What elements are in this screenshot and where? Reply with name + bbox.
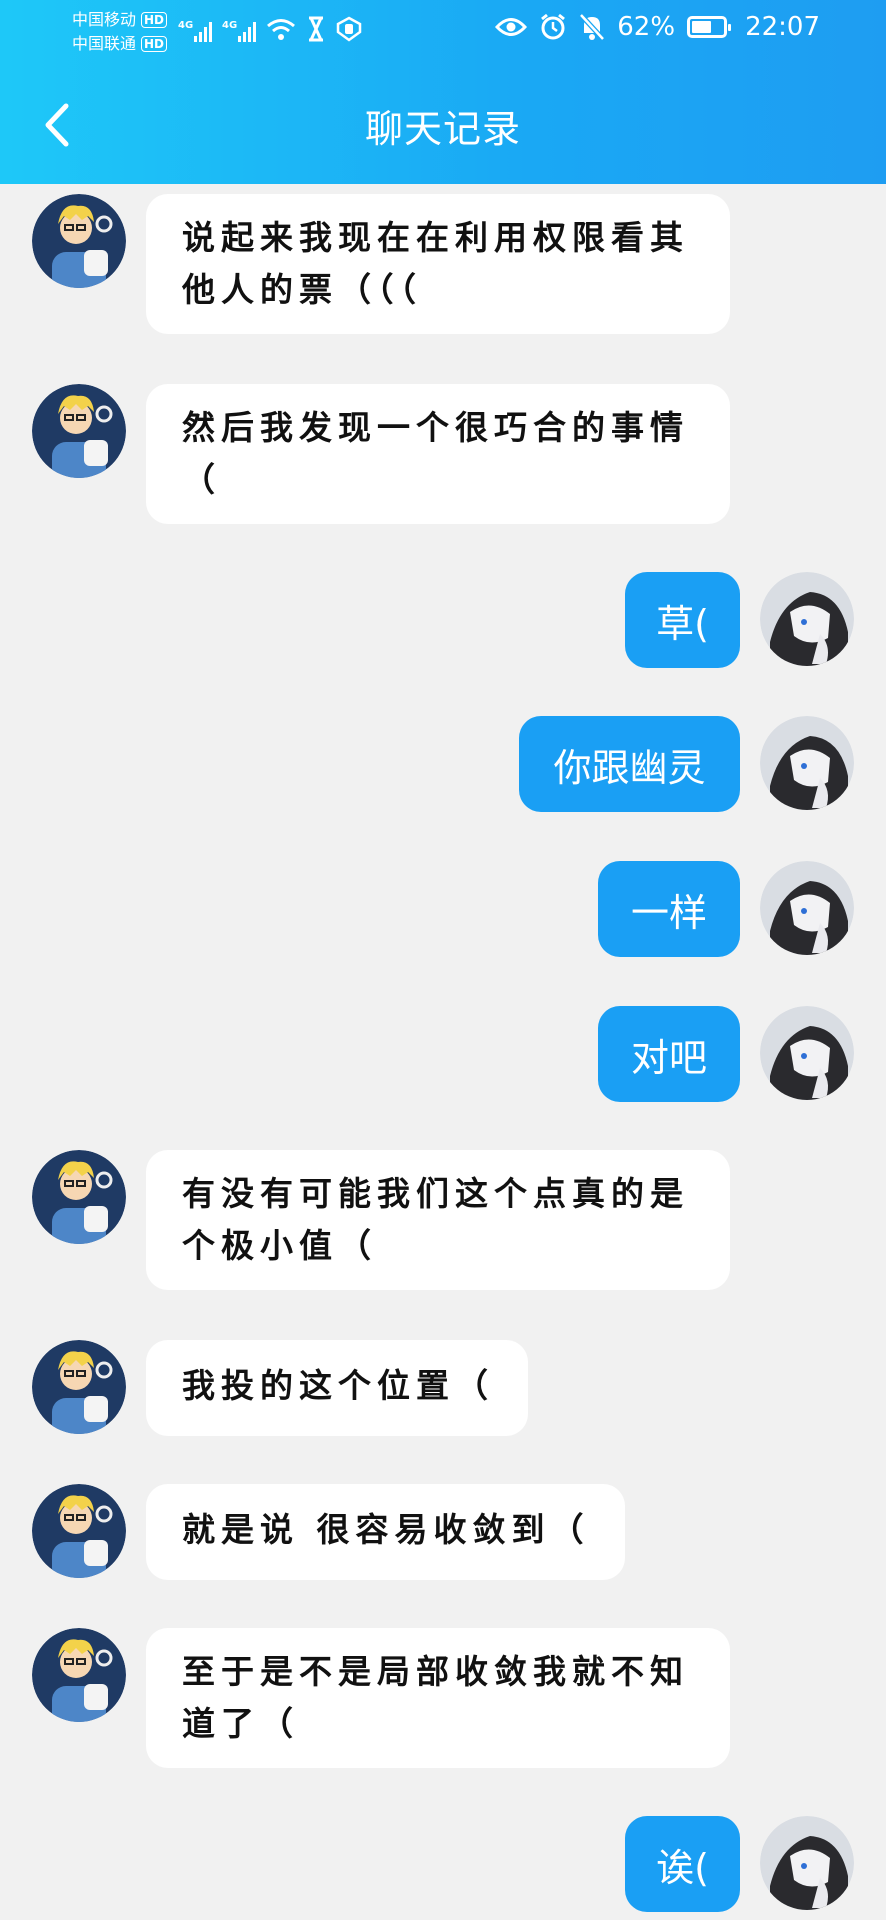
- message-text: 对吧: [630, 1035, 707, 1080]
- cartoon-avatar-icon: [32, 194, 126, 288]
- status-right: 62% 22:07: [495, 12, 820, 42]
- outgoing-message-bubble[interactable]: 诶(: [625, 1816, 740, 1912]
- incoming-message-bubble[interactable]: 就是说 很容易收敛到（: [146, 1484, 625, 1580]
- wifi-icon: [267, 19, 295, 40]
- contact-avatar[interactable]: [32, 1628, 126, 1722]
- self-avatar[interactable]: [760, 1816, 854, 1910]
- message-text: 我投的这个位置（: [182, 1366, 494, 1405]
- outgoing-message-bubble[interactable]: 草(: [625, 572, 740, 668]
- message-text: 有没有可能我们这个点真的是个极小值（: [182, 1174, 689, 1265]
- network-type-label: 4G: [222, 20, 238, 31]
- battery-icon: [687, 16, 732, 38]
- anime-avatar-icon: [760, 1816, 854, 1910]
- status-bar: 中国移动 HD 中国联通 HD 4G 4G 62% 22:07: [0, 0, 886, 70]
- contact-avatar[interactable]: [32, 1150, 126, 1244]
- anime-avatar-icon: [760, 861, 854, 955]
- cartoon-avatar-icon: [32, 1484, 126, 1578]
- signal-indicators: 4G 4G: [178, 16, 362, 42]
- hourglass-icon: [309, 16, 323, 42]
- outgoing-message-bubble[interactable]: 对吧: [598, 1006, 740, 1102]
- cartoon-avatar-icon: [32, 1628, 126, 1722]
- hd-badge: HD: [141, 12, 168, 28]
- carrier-1-label: 中国移动: [72, 10, 137, 29]
- self-avatar[interactable]: [760, 572, 854, 666]
- incoming-message-bubble[interactable]: 至于是不是局部收敛我就不知道了（: [146, 1628, 730, 1768]
- mute-bell-icon: [579, 13, 606, 41]
- anime-avatar-icon: [760, 1006, 854, 1100]
- carrier-info: 中国移动 HD 中国联通 HD: [72, 8, 168, 56]
- message-text: 然后我发现一个很巧合的事情（: [182, 408, 689, 499]
- self-avatar[interactable]: [760, 716, 854, 810]
- self-avatar[interactable]: [760, 1006, 854, 1100]
- eye-icon: [495, 18, 528, 36]
- shield-hand-icon: [336, 16, 362, 42]
- cartoon-avatar-icon: [32, 384, 126, 478]
- message-text: 就是说 很容易收敛到（: [182, 1510, 590, 1549]
- contact-avatar[interactable]: [32, 1484, 126, 1578]
- carrier-2-label: 中国联通: [72, 34, 137, 53]
- battery-percent: 62%: [617, 12, 676, 42]
- cartoon-avatar-icon: [32, 1150, 126, 1244]
- app-header: 中国移动 HD 中国联通 HD 4G 4G 62% 22:07 聊天记录: [0, 0, 886, 184]
- self-avatar[interactable]: [760, 861, 854, 955]
- message-text: 至于是不是局部收敛我就不知道了（: [182, 1652, 689, 1743]
- message-text: 说起来我现在在利用权限看其他人的票（（（: [182, 218, 689, 309]
- anime-avatar-icon: [760, 716, 854, 810]
- signal-icon: 4G: [178, 20, 212, 42]
- contact-avatar[interactable]: [32, 384, 126, 478]
- clock: 22:07: [745, 12, 820, 42]
- hd-badge: HD: [141, 36, 168, 52]
- outgoing-message-bubble[interactable]: 你跟幽灵: [519, 716, 740, 812]
- message-text: 草(: [656, 601, 709, 646]
- contact-avatar[interactable]: [32, 1340, 126, 1434]
- incoming-message-bubble[interactable]: 然后我发现一个很巧合的事情（: [146, 384, 730, 524]
- cartoon-avatar-icon: [32, 1340, 126, 1434]
- network-type-label: 4G: [178, 20, 194, 31]
- contact-avatar[interactable]: [32, 194, 126, 288]
- message-text: 诶(: [656, 1845, 709, 1890]
- message-text: 你跟幽灵: [553, 745, 706, 790]
- anime-avatar-icon: [760, 572, 854, 666]
- alarm-icon: [541, 13, 566, 40]
- incoming-message-bubble[interactable]: 我投的这个位置（: [146, 1340, 528, 1436]
- page-title: 聊天记录: [364, 107, 521, 151]
- signal-icon: 4G: [222, 20, 256, 42]
- outgoing-message-bubble[interactable]: 一样: [598, 861, 740, 957]
- incoming-message-bubble[interactable]: 说起来我现在在利用权限看其他人的票（（（: [146, 194, 730, 334]
- incoming-message-bubble[interactable]: 有没有可能我们这个点真的是个极小值（: [146, 1150, 730, 1290]
- message-text: 一样: [630, 890, 707, 935]
